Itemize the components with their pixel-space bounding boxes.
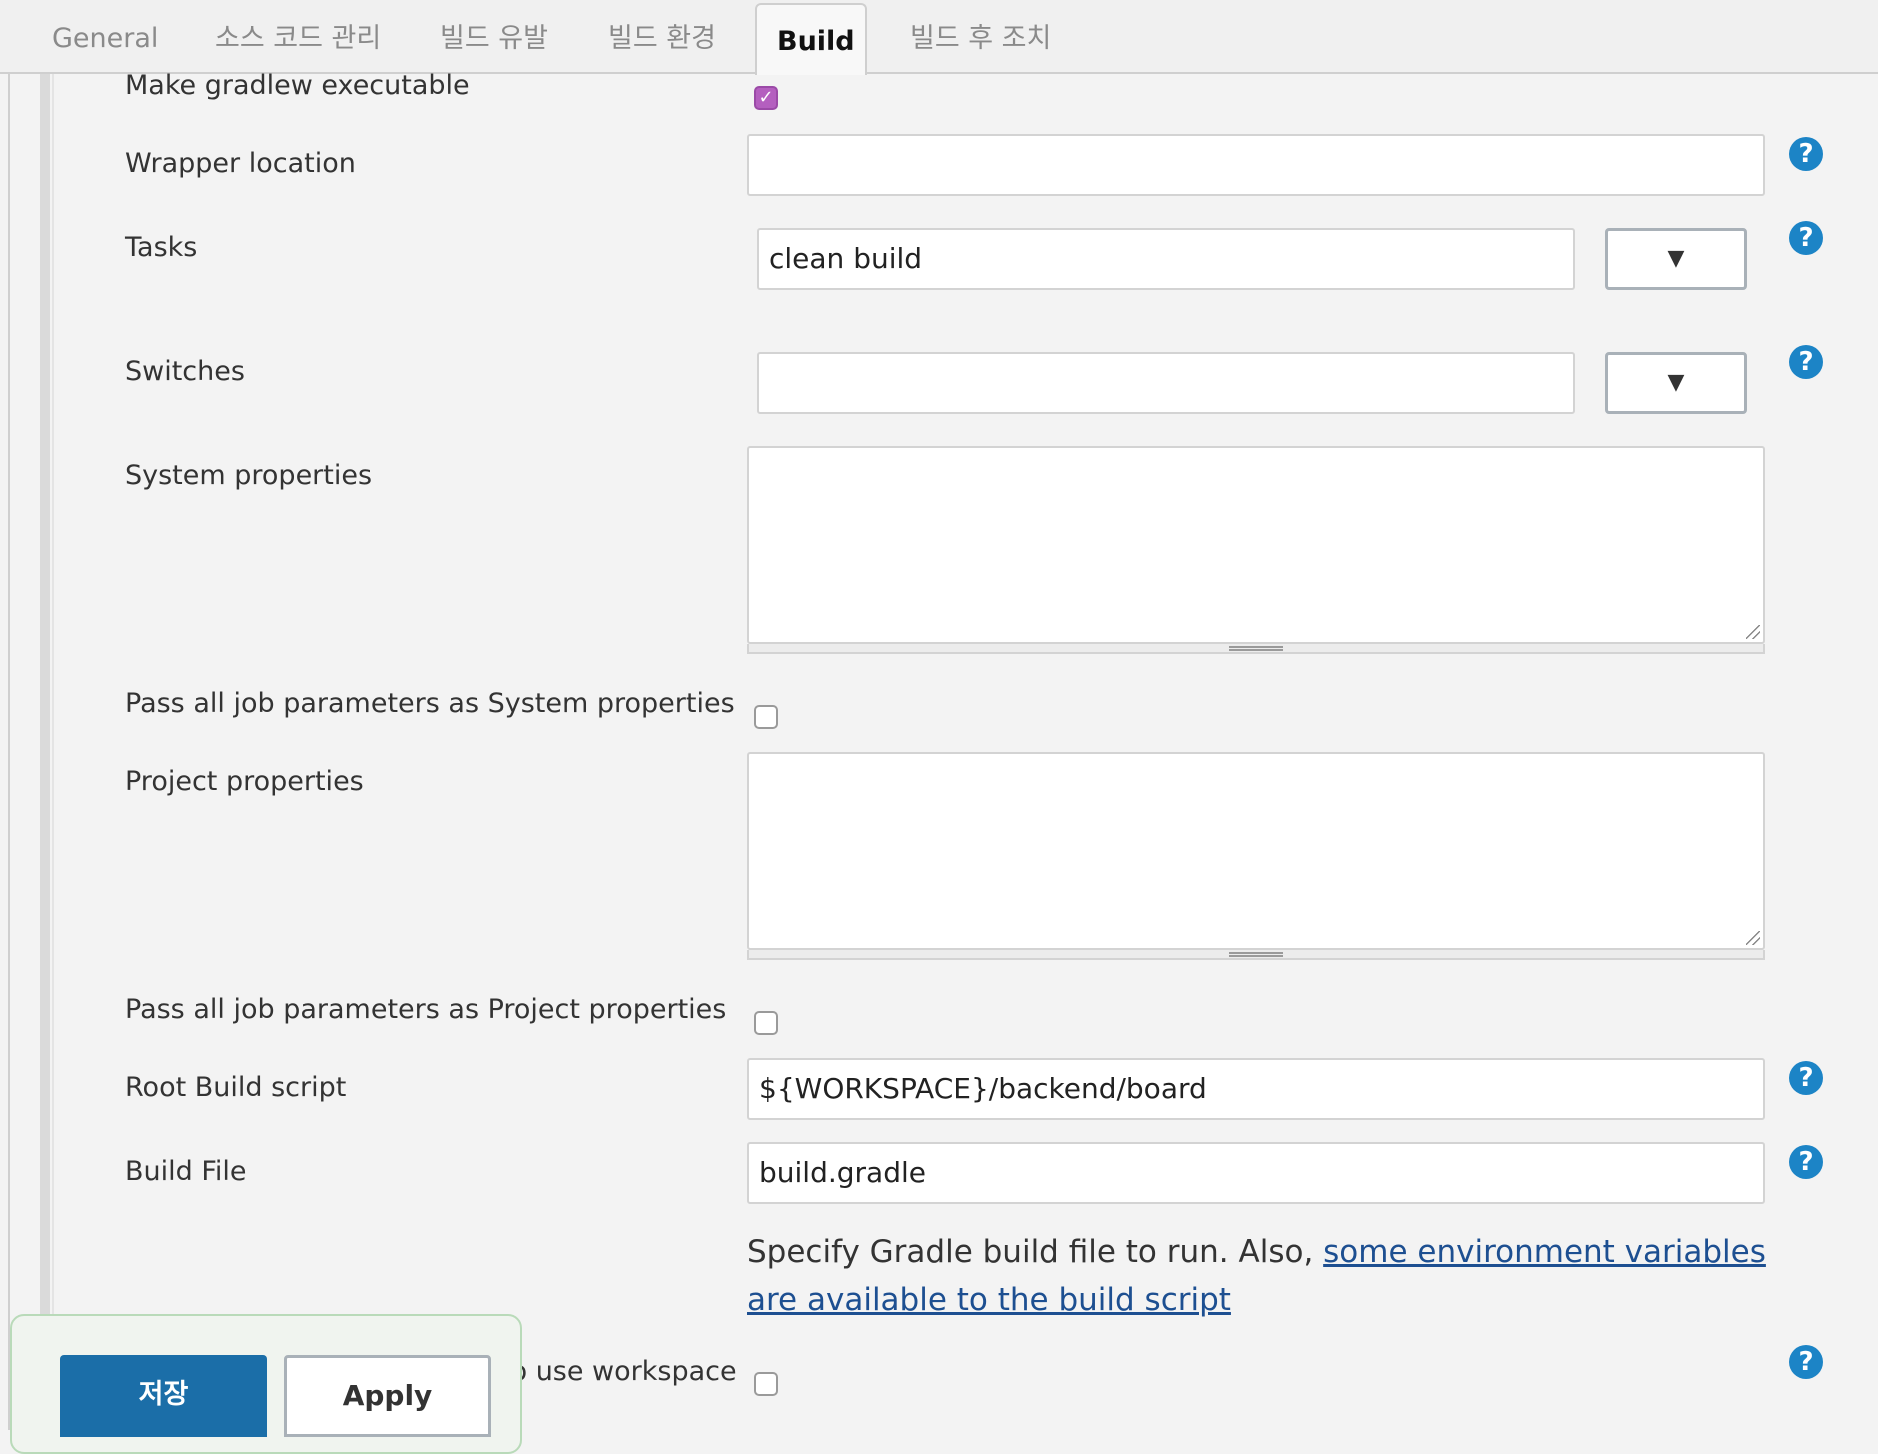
tab-build[interactable]: Build [755,3,867,75]
build-file-input[interactable]: build.gradle [747,1142,1765,1204]
root-build-script-label: Root Build script [125,1072,347,1103]
pass-project-properties-checkbox[interactable] [754,1011,778,1035]
use-workspace-help-icon[interactable]: ? [1789,1345,1823,1379]
tasks-dropdown-button[interactable]: ▼ [1605,228,1747,290]
use-workspace-checkbox[interactable] [754,1372,778,1396]
grip-lines-icon [1229,952,1283,957]
project-properties-resize-grip[interactable] [747,950,1765,960]
tab-build-environment[interactable]: 빌드 환경 [608,0,716,74]
switches-label: Switches [125,356,245,387]
build-file-description: Specify Gradle build file to run. Also, … [747,1228,1787,1324]
system-properties-resize-grip[interactable] [747,644,1765,654]
pass-project-properties-label: Pass all job parameters as Project prope… [125,994,727,1025]
tab-build-triggers[interactable]: 빌드 유발 [440,0,548,74]
pass-system-properties-label: Pass all job parameters as System proper… [125,688,735,719]
use-workspace-label: to use workspace [500,1356,737,1387]
build-file-label: Build File [125,1156,247,1187]
tasks-help-icon[interactable]: ? [1789,221,1823,255]
chevron-down-icon: ▼ [1667,370,1685,395]
root-build-script-input[interactable]: ${WORKSPACE}/backend/board [747,1058,1765,1120]
wrapper-location-input[interactable] [747,134,1765,196]
chevron-down-icon: ▼ [1667,246,1685,271]
system-properties-label: System properties [125,460,373,491]
switches-help-icon[interactable]: ? [1789,345,1823,379]
project-properties-label: Project properties [125,766,364,797]
pass-system-properties-checkbox[interactable] [754,705,778,729]
system-properties-textarea[interactable] [747,446,1765,644]
resize-handle-icon[interactable] [1746,931,1760,945]
project-properties-textarea[interactable] [747,752,1765,950]
section-indent-bar [40,74,50,1430]
save-button[interactable]: 저장 [60,1355,267,1437]
root-build-script-help-icon[interactable]: ? [1789,1061,1823,1095]
tab-source-code-management[interactable]: 소스 코드 관리 [215,0,381,74]
make-executable-label: Make gradlew executable [125,70,470,101]
switches-dropdown-button[interactable]: ▼ [1605,352,1747,414]
grip-lines-icon [1229,646,1283,651]
build-file-description-text: Specify Gradle build file to run. Also, [747,1234,1324,1270]
build-file-help-icon[interactable]: ? [1789,1145,1823,1179]
wrapper-location-label: Wrapper location [125,148,356,179]
page-left-border [8,74,10,1430]
tasks-input[interactable]: clean build [757,228,1575,290]
make-executable-checkbox[interactable]: ✓ [754,86,778,110]
switches-input[interactable] [757,352,1575,414]
wrapper-location-help-icon[interactable]: ? [1789,137,1823,171]
tab-general[interactable]: General [52,0,158,74]
apply-button[interactable]: Apply [284,1355,491,1437]
section-indent-line [52,74,54,1430]
resize-handle-icon[interactable] [1746,625,1760,639]
tab-post-build-actions[interactable]: 빌드 후 조치 [910,0,1051,74]
tasks-label: Tasks [125,232,198,263]
tab-bar: General 소스 코드 관리 빌드 유발 빌드 환경 Build 빌드 후 … [0,0,1878,75]
